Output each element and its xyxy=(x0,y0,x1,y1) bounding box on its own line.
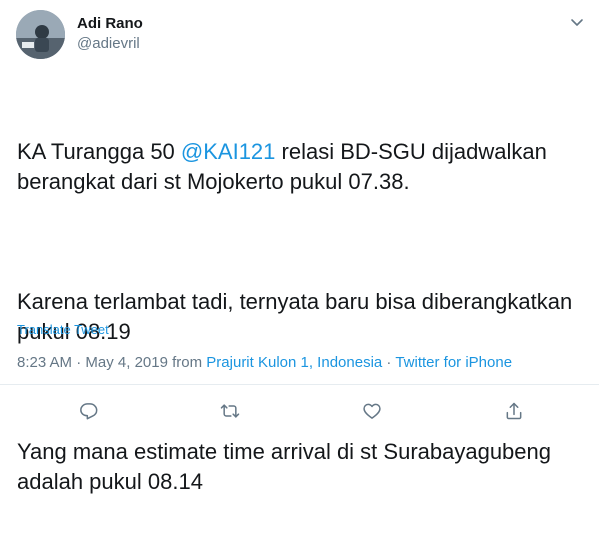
retweet-button[interactable] xyxy=(218,399,242,423)
tweet-date[interactable]: May 4, 2019 xyxy=(85,354,168,371)
meta-from: from xyxy=(167,354,207,371)
tweet-text-segment: KA Turangga 50 xyxy=(17,139,181,164)
reply-icon xyxy=(80,403,98,420)
avatar[interactable] xyxy=(16,10,65,59)
translate-tweet-link[interactable]: Translate Tweet xyxy=(17,322,109,337)
action-bar xyxy=(0,399,599,423)
like-button[interactable] xyxy=(360,399,384,423)
avatar-image xyxy=(16,10,65,59)
tweet-time[interactable]: 8:23 AM xyxy=(17,354,72,371)
chevron-down-icon[interactable] xyxy=(569,14,585,30)
share-icon xyxy=(506,402,522,420)
meta-separator: · xyxy=(72,354,86,371)
divider xyxy=(0,384,599,385)
retweet-icon xyxy=(220,404,240,418)
tweet-card: Adi Rano @adievril KA Turangga 50 @KAI12… xyxy=(0,0,599,494)
meta-separator: · xyxy=(382,354,396,371)
location-link[interactable]: Prajurit Kulon 1, Indonesia xyxy=(206,354,382,371)
share-button[interactable] xyxy=(502,399,526,423)
author-name[interactable]: Adi Rano xyxy=(77,15,143,32)
tweet-paragraph-1: KA Turangga 50 @KAI121 relasi BD-SGU dij… xyxy=(17,137,587,197)
tweet-paragraph-3: Yang mana estimate time arrival di st Su… xyxy=(17,439,558,494)
like-icon xyxy=(363,403,381,419)
source-link[interactable]: Twitter for iPhone xyxy=(395,354,512,371)
reply-button[interactable] xyxy=(77,399,101,423)
tweet-meta: 8:23 AM · May 4, 2019 from Prajurit Kulo… xyxy=(17,354,512,371)
mention-link[interactable]: @KAI121 xyxy=(181,139,276,164)
author-handle[interactable]: @adievril xyxy=(77,35,140,52)
tweet-text: KA Turangga 50 @KAI121 relasi BD-SGU dij… xyxy=(17,77,587,557)
tweet-paragraph-2: Karena terlambat tadi, ternyata baru bis… xyxy=(17,289,579,344)
